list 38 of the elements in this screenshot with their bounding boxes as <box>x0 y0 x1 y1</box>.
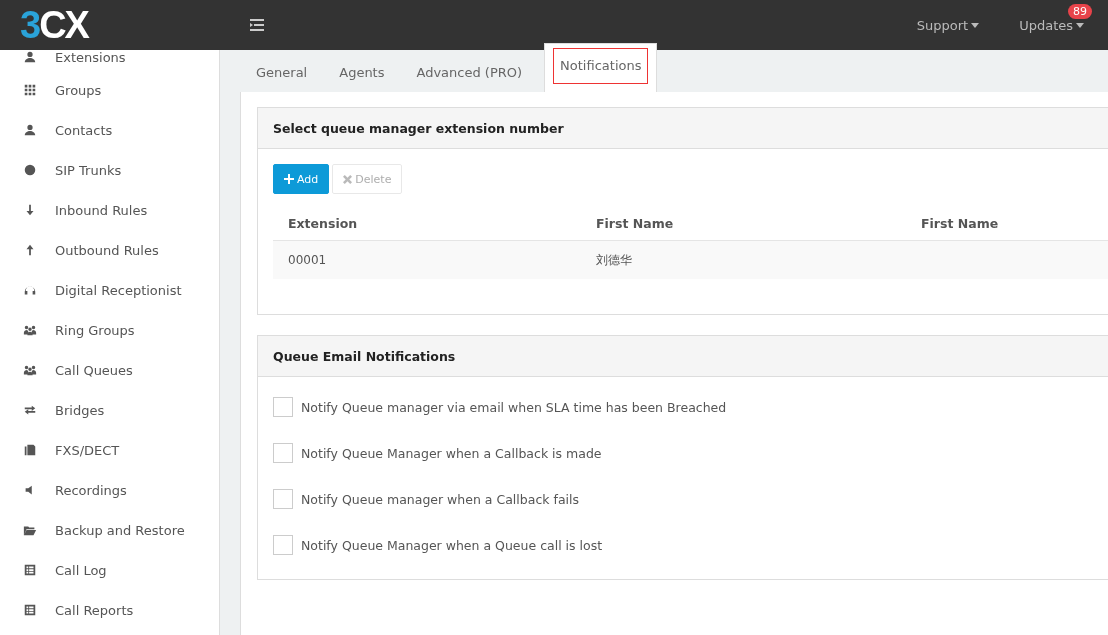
plus-icon <box>284 174 294 184</box>
logo: 3CX <box>19 3 90 47</box>
checkbox[interactable] <box>273 397 293 417</box>
card-title: Select queue manager extension number <box>258 108 1108 149</box>
table-row[interactable]: 00001 刘德华 <box>273 240 1108 279</box>
checkbox[interactable] <box>273 535 293 555</box>
checkbox[interactable] <box>273 443 293 463</box>
nav-menu-link[interactable]: Updates <box>1019 17 1084 33</box>
table-cell-text: 00001 <box>287 253 328 267</box>
person-icon <box>23 123 37 137</box>
swap-arrows-icon <box>23 403 37 417</box>
tab[interactable]: Agents <box>323 53 401 92</box>
grid-icon <box>23 83 37 97</box>
checkbox-label: Notify Queue Manager when a Queue call is lost <box>301 537 603 553</box>
column-header: First Name <box>595 215 675 231</box>
person-icon <box>23 50 37 64</box>
tab[interactable]: Notifications <box>544 43 658 92</box>
tab[interactable]: General <box>240 53 324 92</box>
close-icon <box>343 174 353 184</box>
nav-menu-link[interactable]: Support <box>916 17 980 33</box>
checkbox-label: Notify Queue manager via email when SLA time has been Breached <box>301 399 727 415</box>
column-header: First Name <box>920 215 1000 231</box>
checkbox[interactable] <box>273 489 293 509</box>
checkbox-label: Notify Queue manager when a Callback fails <box>301 491 579 507</box>
count-badge: 89 <box>1068 3 1092 19</box>
caret-icon <box>1076 22 1084 28</box>
card-title: Queue Email Notifications <box>258 336 1108 377</box>
table-cell-text: 刘德华 <box>595 251 633 269</box>
tab[interactable]: Advanced (PRO) <box>400 53 539 92</box>
menu-icon[interactable] <box>250 19 264 31</box>
people-icon <box>23 363 37 377</box>
list-icon <box>23 563 37 577</box>
list-icon <box>23 603 37 617</box>
people-icon <box>23 323 37 337</box>
caret-icon <box>971 22 980 28</box>
checkbox-label: Notify Queue Manager when a Callback is made <box>301 445 602 461</box>
column-header: Extension <box>287 215 359 231</box>
fax-icon <box>23 443 37 457</box>
